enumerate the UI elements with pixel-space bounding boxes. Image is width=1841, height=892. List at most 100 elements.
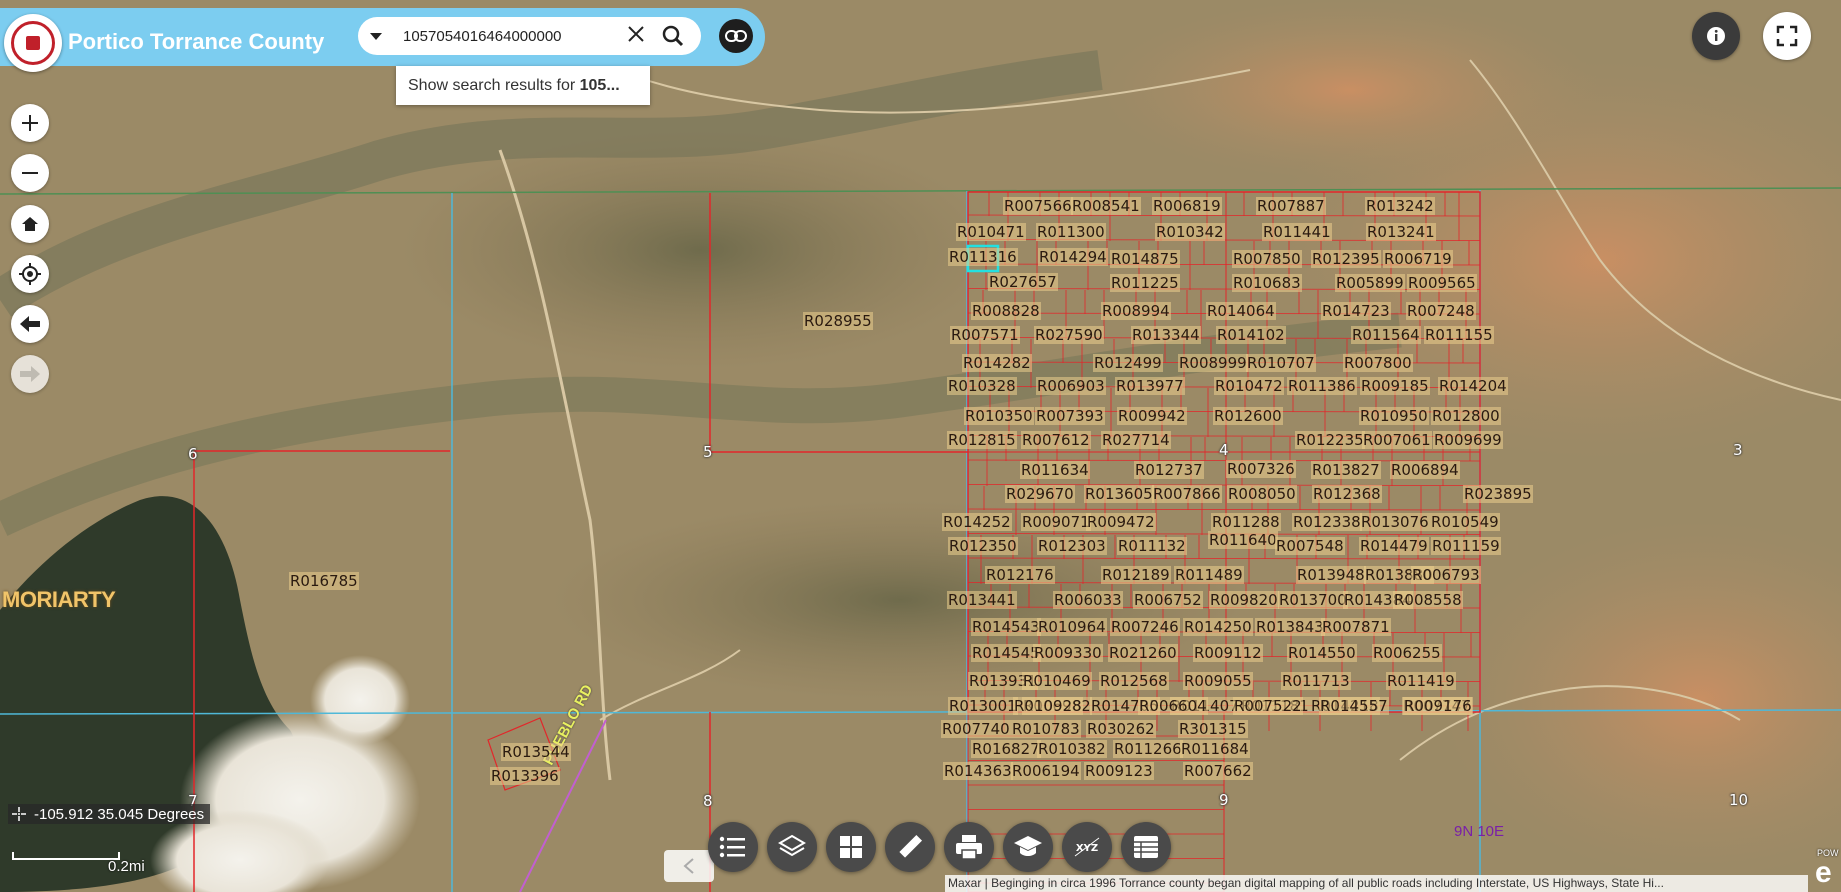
parcel-label[interactable]: R007740 [941,720,1011,738]
search-suggestion[interactable]: Show search results for 105... [396,66,650,105]
parcel-label[interactable]: R007061 [1362,431,1432,449]
parcel-label[interactable]: R007662 [1183,762,1253,780]
parcel-label[interactable]: R014550 [1287,644,1357,662]
parcel-label[interactable]: R014545 [971,644,1041,662]
parcel-label[interactable]: R027657 [988,273,1058,291]
home-button[interactable] [11,205,49,243]
parcel-label[interactable]: R011155 [1424,326,1494,344]
parcel-label[interactable]: R029670 [1005,485,1075,503]
parcel-label[interactable]: R009699 [1433,431,1503,449]
parcel-label[interactable]: R013948 [1296,566,1366,584]
parcel-label[interactable]: R009123 [1084,762,1154,780]
education-button[interactable] [1003,822,1053,872]
locate-button[interactable] [11,255,49,293]
share-link-button[interactable] [719,19,753,53]
parcel-label[interactable]: R007566 [1003,197,1073,215]
parcel-label[interactable]: R027714 [1101,431,1171,449]
parcel-label[interactable]: R007612 [1021,431,1091,449]
parcel-label[interactable]: R012568 [1099,672,1169,690]
parcel-label[interactable]: R014282 [962,354,1032,372]
parcel-label[interactable]: R007800 [1343,354,1413,372]
search-input[interactable] [398,24,608,48]
parcel-label[interactable]: R013605 [1084,485,1154,503]
search-source-dropdown[interactable] [358,17,394,55]
parcel-label[interactable]: R006793 [1411,566,1481,584]
parcel-label[interactable]: R011564 [1351,326,1421,344]
parcel-label[interactable]: R008541 [1071,197,1141,215]
parcel-label[interactable]: R014479 [1359,537,1429,555]
parcel-label[interactable]: R006903 [1036,377,1106,395]
parcel-label[interactable]: R011441 [1262,223,1332,241]
parcel-label[interactable]: R012737 [1134,461,1204,479]
parcel-label[interactable]: R301315 [1178,720,1248,738]
parcel-label[interactable]: R013977 [1115,377,1185,395]
legend-button[interactable] [708,822,758,872]
parcel-label[interactable]: R013241 [1366,223,1436,241]
parcel-label[interactable]: R013076 [1360,513,1430,531]
zoom-out-button[interactable] [11,154,49,192]
parcel-label[interactable]: R014250 [1183,618,1253,636]
parcel-label[interactable]: R007326 [1226,460,1296,478]
next-extent-button[interactable] [11,355,49,393]
parcel-label[interactable]: R010707 [1246,354,1316,372]
parcel-label[interactable]: R007571 [950,326,1020,344]
parcel-label[interactable]: R007393 [1035,407,1105,425]
parcel-label[interactable]: R009185 [1360,377,1430,395]
parcel-label[interactable]: R030262 [1086,720,1156,738]
parcel-label[interactable]: R009820 [1209,591,1279,609]
parcel-label[interactable]: R014557 [1319,697,1389,715]
fullscreen-button[interactable] [1763,12,1811,60]
parcel-label[interactable]: R012368 [1312,485,1382,503]
parcel-label[interactable]: R014064 [1206,302,1276,320]
parcel-label[interactable]: R013001 [948,697,1018,715]
parcel-label[interactable]: R010328 [947,377,1017,395]
parcel-label[interactable]: R011132 [1117,537,1187,555]
parcel-label[interactable]: R013344 [1131,326,1201,344]
parcel-label[interactable]: R012350 [948,537,1018,555]
parcel-label[interactable]: R010783 [1011,720,1081,738]
parcel-label[interactable]: R012815 [947,431,1017,449]
parcel-label[interactable]: R010342 [1155,223,1225,241]
attribute-table-button[interactable] [1121,822,1171,872]
parcel-label[interactable]: R008558 [1393,591,1463,609]
parcel-label[interactable]: R012600 [1213,407,1283,425]
collapse-toolbar-button[interactable] [664,850,714,882]
parcel-label[interactable]: R011713 [1281,672,1351,690]
parcel-label[interactable]: R014875 [1110,250,1180,268]
parcel-label[interactable]: R011386 [1287,377,1357,395]
parcel-label[interactable]: R012800 [1431,407,1501,425]
parcel-label[interactable]: R023895 [1463,485,1533,503]
parcel-label[interactable]: R012189 [1101,566,1171,584]
map-canvas[interactable] [0,0,1841,892]
parcel-label[interactable]: R010950 [1359,407,1429,425]
parcel-label[interactable]: R008828 [971,302,1041,320]
parcel-label[interactable]: R009942 [1117,407,1187,425]
parcel-label[interactable]: R011489 [1174,566,1244,584]
parcel-label[interactable]: R010469 [1022,672,1092,690]
info-button[interactable] [1692,12,1740,60]
parcel-label[interactable]: R016827 [971,740,1041,758]
parcel-label[interactable]: R010928 [1013,697,1083,715]
parcel-label[interactable]: R014363 [943,762,1013,780]
parcel-label[interactable]: R006604 [1138,697,1208,715]
parcel-label[interactable]: R016785 [289,572,359,590]
search-button[interactable] [658,22,688,50]
parcel-label[interactable]: R011225 [1110,274,1180,292]
parcel-label[interactable]: R006894 [1390,461,1460,479]
parcel-label[interactable]: R007866 [1152,485,1222,503]
parcel-label[interactable]: R013242 [1365,197,1435,215]
parcel-label[interactable]: R014102 [1216,326,1286,344]
parcel-label[interactable]: R021260 [1108,644,1178,662]
parcel-label[interactable]: R007248 [1406,302,1476,320]
parcel-label[interactable]: R010471 [956,223,1026,241]
parcel-label[interactable]: R009071 [1021,513,1091,531]
previous-extent-button[interactable] [11,305,49,343]
parcel-label[interactable]: R014723 [1321,302,1391,320]
parcel-label[interactable]: R007850 [1232,250,1302,268]
parcel-label[interactable]: R011300 [1036,223,1106,241]
parcel-label[interactable]: R010350 [964,407,1034,425]
parcel-label[interactable]: R012338 [1292,513,1362,531]
parcel-label[interactable]: R013396 [490,767,560,785]
layers-button[interactable] [767,822,817,872]
parcel-label[interactable]: R013827 [1311,461,1381,479]
